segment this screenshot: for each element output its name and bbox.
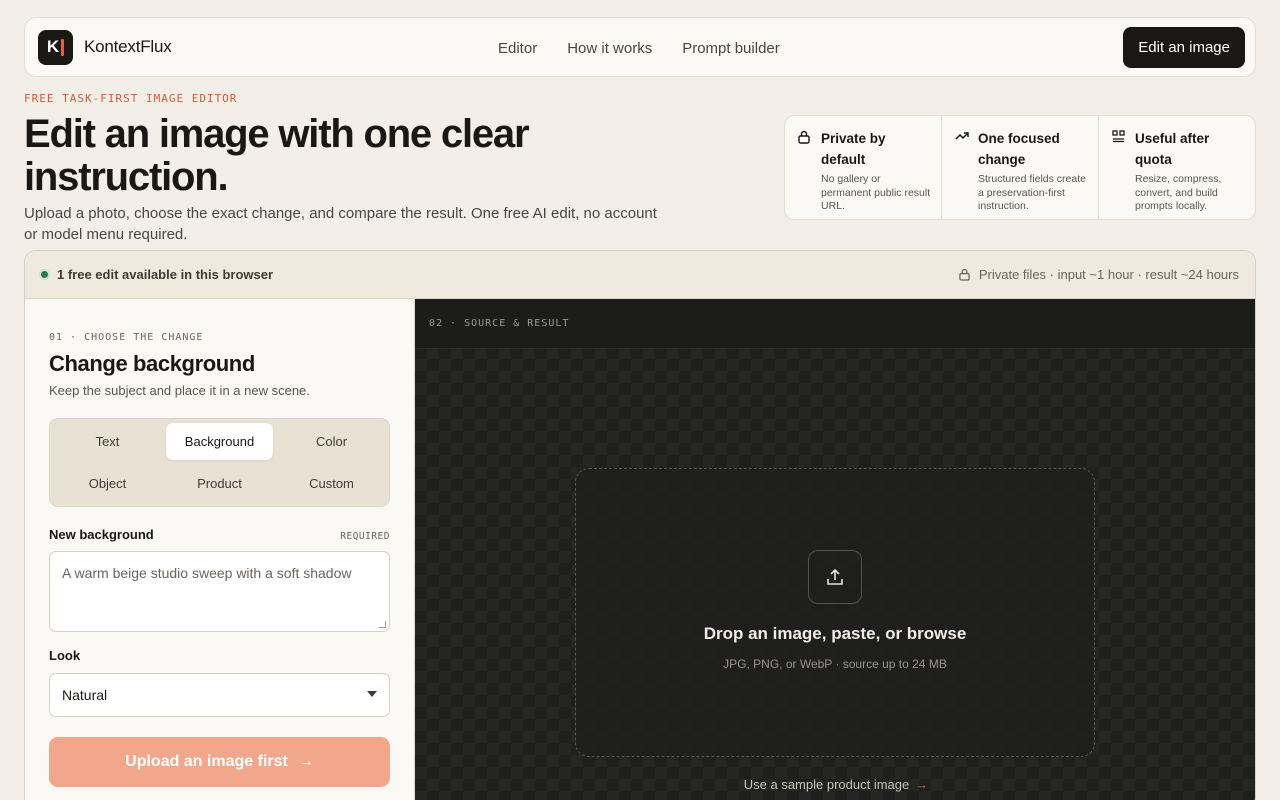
panel-desc: Keep the subject and place it in a new s… bbox=[49, 383, 310, 398]
input-placeholder: A warm beige studio sweep with a soft sh… bbox=[62, 565, 352, 581]
hero-subtitle: Upload a photo, choose the exact change,… bbox=[24, 205, 657, 243]
nav-links: Editor How it works Prompt builder bbox=[498, 18, 780, 78]
change-panel: 01 · CHOOSE THE CHANGE Change background… bbox=[25, 299, 415, 800]
lock-icon bbox=[959, 268, 970, 281]
chevron-down-icon bbox=[367, 691, 377, 697]
look-select[interactable]: Natural bbox=[49, 673, 390, 717]
new-background-label: New background bbox=[49, 527, 154, 542]
trend-icon bbox=[955, 128, 969, 209]
edit-image-button[interactable]: Edit an image bbox=[1123, 26, 1245, 68]
nav-link-editor[interactable]: Editor bbox=[498, 40, 537, 57]
resize-handle-icon[interactable] bbox=[379, 621, 386, 628]
change-type-tabs: Text Background Color Object Product Cus… bbox=[49, 418, 390, 507]
feature-list: Private by default No gallery or permane… bbox=[784, 115, 1256, 220]
status-bar: 1 free edit available in this browser Pr… bbox=[25, 251, 1255, 299]
hero-title: Edit an image with one clear instruction… bbox=[24, 112, 530, 199]
logo-letter: K bbox=[46, 37, 60, 56]
feature-desc: Resize, compress, convert, and build pro… bbox=[1135, 173, 1222, 212]
look-value: Natural bbox=[62, 687, 108, 703]
tab-object[interactable]: Object bbox=[54, 465, 161, 502]
dropzone-title: Drop an image, paste, or browse bbox=[703, 624, 967, 643]
logo[interactable]: K bbox=[38, 29, 73, 65]
tab-text[interactable]: Text bbox=[54, 423, 161, 460]
submit-button[interactable]: Upload an image first → bbox=[49, 737, 390, 787]
nav-link-prompt-builder[interactable]: Prompt builder bbox=[682, 40, 780, 57]
arrow-right-icon: → bbox=[297, 753, 314, 770]
feature-desc: No gallery or permanent public result UR… bbox=[821, 173, 931, 212]
field-header: New background REQUIRED bbox=[49, 527, 390, 542]
arrow-right-icon: → bbox=[915, 777, 929, 792]
image-dropzone[interactable]: Drop an image, paste, or browse JPG, PNG… bbox=[575, 468, 1095, 757]
logo-bar bbox=[61, 38, 65, 56]
quota-status: 1 free edit available in this browser bbox=[57, 267, 274, 282]
privacy-status: Private files · input ~1 hour · result ~… bbox=[959, 267, 1239, 282]
preview-header: 02 · SOURCE & RESULT bbox=[415, 299, 1255, 349]
nav-link-how-it-works[interactable]: How it works bbox=[567, 40, 652, 57]
top-nav: K KontextFlux Editor How it works Prompt… bbox=[24, 17, 1256, 77]
new-background-input[interactable]: A warm beige studio sweep with a soft sh… bbox=[49, 551, 390, 632]
lock-icon bbox=[798, 128, 812, 209]
tab-color[interactable]: Color bbox=[278, 423, 385, 460]
hero-eyebrow: FREE TASK-FIRST IMAGE EDITOR bbox=[24, 92, 238, 105]
sample-link-label: Use a sample product image bbox=[743, 777, 910, 792]
panel-title: Change background bbox=[49, 351, 255, 376]
tools-icon bbox=[1112, 128, 1126, 209]
feature-title: Useful after quota bbox=[1135, 131, 1210, 167]
step-label: 01 · CHOOSE THE CHANGE bbox=[49, 332, 204, 343]
feature-title: One focused change bbox=[978, 131, 1060, 167]
tab-custom[interactable]: Custom bbox=[278, 465, 385, 502]
sample-image-link[interactable]: Use a sample product image → bbox=[415, 777, 1255, 792]
brand-name[interactable]: KontextFlux bbox=[84, 37, 172, 57]
dropzone-hint: JPG, PNG, or WebP · source up to 24 MB bbox=[723, 657, 947, 671]
upload-icon bbox=[808, 550, 862, 604]
tab-product[interactable]: Product bbox=[166, 465, 273, 502]
feature-desc: Structured fields create a preservation-… bbox=[978, 173, 1086, 212]
required-badge: REQUIRED bbox=[340, 531, 390, 542]
status-dot-icon bbox=[39, 269, 50, 280]
feature-private: Private by default No gallery or permane… bbox=[785, 116, 942, 219]
preview-panel: 02 · SOURCE & RESULT Drop an image, past… bbox=[415, 299, 1255, 800]
feature-focused: One focused change Structured fields cre… bbox=[942, 116, 1099, 219]
tab-background[interactable]: Background bbox=[166, 423, 273, 460]
submit-label: Upload an image first bbox=[125, 753, 288, 770]
feature-title: Private by default bbox=[821, 131, 886, 167]
privacy-status-text: Private files · input ~1 hour · result ~… bbox=[978, 267, 1239, 282]
look-label: Look bbox=[49, 648, 81, 663]
feature-quota: Useful after quota Resize, compress, con… bbox=[1099, 116, 1255, 219]
editor-app: 1 free edit available in this browser Pr… bbox=[24, 250, 1256, 800]
